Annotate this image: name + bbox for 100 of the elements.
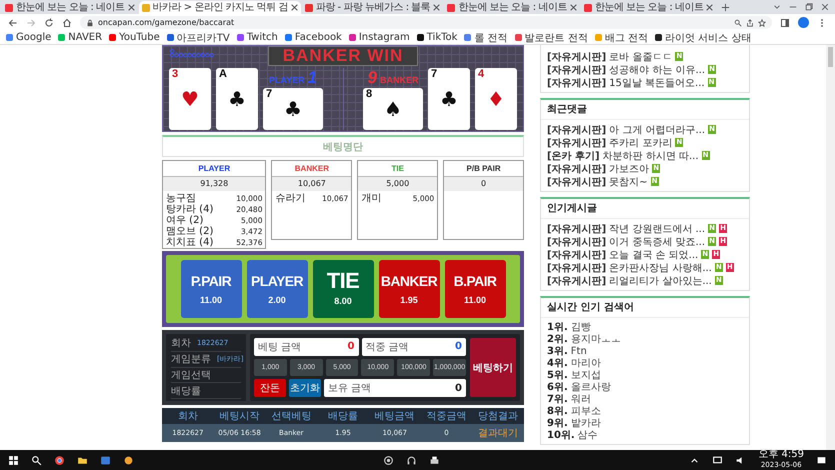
close-icon[interactable] xyxy=(570,4,577,11)
reload-icon[interactable] xyxy=(44,18,54,28)
share-icon[interactable] xyxy=(746,18,754,26)
board-tag[interactable]: [자유게시판] xyxy=(547,248,606,262)
post-title[interactable]: 못참지~ xyxy=(609,174,648,188)
post-title[interactable]: 주카리 포카리 xyxy=(609,136,672,150)
browser-tab[interactable]: 파랑 - 파랑 뉴베가스 : 블룩 xyxy=(302,1,444,14)
bookmark-link[interactable]: 배그 전적 xyxy=(594,31,648,44)
ranking-link[interactable]: 10위. 삼수 xyxy=(547,429,743,441)
plus-icon[interactable] xyxy=(721,3,730,12)
board-tag[interactable]: [자유게시판] xyxy=(547,174,606,188)
board-tag[interactable]: [자유게시판] xyxy=(547,260,606,274)
side-panel-icon[interactable] xyxy=(780,18,790,28)
bet-option-button[interactable]: P.PAIR 11.00 xyxy=(180,260,242,318)
app-icon[interactable] xyxy=(100,454,111,466)
total-amount: 91,328 xyxy=(163,177,266,191)
ranking-link[interactable]: 8위. 피부소 xyxy=(547,405,743,417)
address-bar[interactable]: oncapan.com/gamezone/baccarat xyxy=(80,16,772,29)
post-title[interactable]: 성공해야 하는 이유... xyxy=(609,62,706,76)
board-tag[interactable]: [자유게시판] xyxy=(547,274,606,288)
reset-button[interactable]: 초기화 xyxy=(289,379,321,398)
info-label: 게임분류 xyxy=(171,353,211,366)
bookmark-link[interactable]: Instagram xyxy=(348,32,410,43)
board-tag[interactable]: [자유게시판] xyxy=(547,222,606,236)
ranking-link[interactable]: 9위. 밭카라 xyxy=(547,417,743,429)
board-tag[interactable]: [자유게시판] xyxy=(547,162,606,176)
bookmark-link[interactable]: NAVER xyxy=(58,32,102,43)
close-icon[interactable] xyxy=(128,4,135,11)
browser-tab[interactable]: 한눈에 보는 오늘 : 네이트 xyxy=(444,1,580,14)
ranking-link[interactable]: 3위. Ftn xyxy=(547,345,743,357)
post-title[interactable]: 차분하판 하시면 따... xyxy=(602,148,699,162)
board-tag[interactable]: [자유게시판] xyxy=(547,62,606,76)
board-tag[interactable]: [온카 후기] xyxy=(547,148,600,162)
card-suit: ♣ xyxy=(284,99,302,119)
site-icon xyxy=(5,4,13,12)
bet-option-button[interactable]: TIE 8.00 xyxy=(312,260,374,318)
board-tag[interactable]: [자유게시판] xyxy=(547,76,606,90)
bookmark-link[interactable]: Google xyxy=(6,32,52,43)
star-icon[interactable] xyxy=(758,18,766,26)
home-icon[interactable] xyxy=(62,18,72,28)
bookmark-link[interactable]: TikTok xyxy=(416,32,458,43)
bet-option-button[interactable]: PLAYER 2.00 xyxy=(246,260,308,318)
ranking-link[interactable]: 4위. 마리아 xyxy=(547,357,743,369)
post-title[interactable]: 온카판사장님 사랑해... xyxy=(609,260,712,274)
ranking-link[interactable]: 7위. 워러 xyxy=(547,393,743,405)
restore-icon[interactable] xyxy=(805,3,813,11)
zoom-icon[interactable] xyxy=(734,18,742,26)
windows-logo-icon[interactable] xyxy=(8,454,19,466)
bookmark-link[interactable]: 발로란트 전적 xyxy=(514,31,588,44)
post-title[interactable]: 이거 중독증세 맞죠... xyxy=(609,234,706,248)
app-icon[interactable] xyxy=(123,454,134,466)
back-icon[interactable] xyxy=(8,18,18,28)
browser-tab[interactable]: 한눈에 보는 오늘 : 네이트 xyxy=(2,1,138,14)
post-title[interactable]: 가보즈아 xyxy=(609,162,650,176)
browser-tab[interactable]: 바카라 > 온라인 카지노 먹튀 검 xyxy=(138,1,301,14)
bookmark-link[interactable]: 롤 전적 xyxy=(464,31,508,44)
post-title[interactable]: 15일날 복돈들어오... xyxy=(609,76,705,90)
printer-icon[interactable] xyxy=(429,454,440,466)
bookmark-link[interactable]: YouTube xyxy=(109,32,160,43)
board-tag[interactable]: [자유게시판] xyxy=(547,234,606,248)
close-icon[interactable] xyxy=(821,3,829,11)
card-suit: ♠ xyxy=(384,99,402,119)
headset-icon[interactable] xyxy=(406,454,418,466)
browser-icon[interactable] xyxy=(54,454,65,466)
bet-option-button[interactable]: B.PAIR 11.00 xyxy=(444,260,506,318)
bet-option-button[interactable]: BANKER 1.95 xyxy=(378,260,440,318)
bet-amount-field[interactable]: 베팅 금액 0 xyxy=(254,338,358,356)
change-button[interactable]: 잔돈 xyxy=(254,379,286,398)
search-icon[interactable] xyxy=(31,454,42,466)
board-tag[interactable]: [자유게시판] xyxy=(547,122,606,136)
post-title[interactable]: 리얼리티가 살아있는... xyxy=(609,274,712,288)
close-icon[interactable] xyxy=(706,4,714,11)
bookmark-link[interactable]: Facebook xyxy=(284,32,342,43)
ranking-link[interactable]: 6위. 올르사랑 xyxy=(547,381,743,393)
ranking-link[interactable]: 2위. 용지마ㅗㅗ xyxy=(547,333,743,345)
profile-avatar[interactable] xyxy=(798,17,809,28)
close-icon[interactable] xyxy=(433,4,440,11)
ranking-link[interactable]: 5위. 보지섭 xyxy=(547,369,743,381)
place-bet-button[interactable]: 베팅하기 xyxy=(470,338,516,397)
board-tag[interactable]: [자유게시판] xyxy=(547,136,606,150)
speaker-icon[interactable] xyxy=(383,454,394,466)
win-amount-field[interactable]: 적중 금액 0 xyxy=(362,338,466,356)
bookmark-link[interactable]: 아프리카TV xyxy=(166,31,230,44)
post-title[interactable]: 오늘 결국 손 되었... xyxy=(609,248,698,262)
card-rank: 7 xyxy=(431,69,438,80)
browser-tab[interactable]: 한눈에 보는 오늘 : 네이트 xyxy=(580,1,716,14)
bookmark-link[interactable]: 라이엇 서비스 상태 xyxy=(655,31,752,44)
scrollbar[interactable] xyxy=(826,45,835,450)
ranking-link[interactable]: 1위. 김빵 xyxy=(547,321,743,333)
board-tag[interactable]: [자유게시판] xyxy=(547,50,606,64)
network-icon[interactable] xyxy=(712,454,724,466)
bookmark-link[interactable]: Twitch xyxy=(236,32,278,43)
player-label: PLAYER xyxy=(268,75,305,85)
notification-icon[interactable] xyxy=(816,454,828,466)
close-icon[interactable] xyxy=(290,4,298,11)
bettor-name: 탕카라 (4) xyxy=(166,204,214,215)
chevron-down-icon[interactable] xyxy=(773,3,781,11)
post-title[interactable]: 로바 올줄ㄷㄷ xyxy=(609,50,672,64)
post-title[interactable]: 아 그게 어렵더라구... xyxy=(609,122,706,136)
post-title[interactable]: 작년 강원랜드에서 ... xyxy=(609,222,706,236)
